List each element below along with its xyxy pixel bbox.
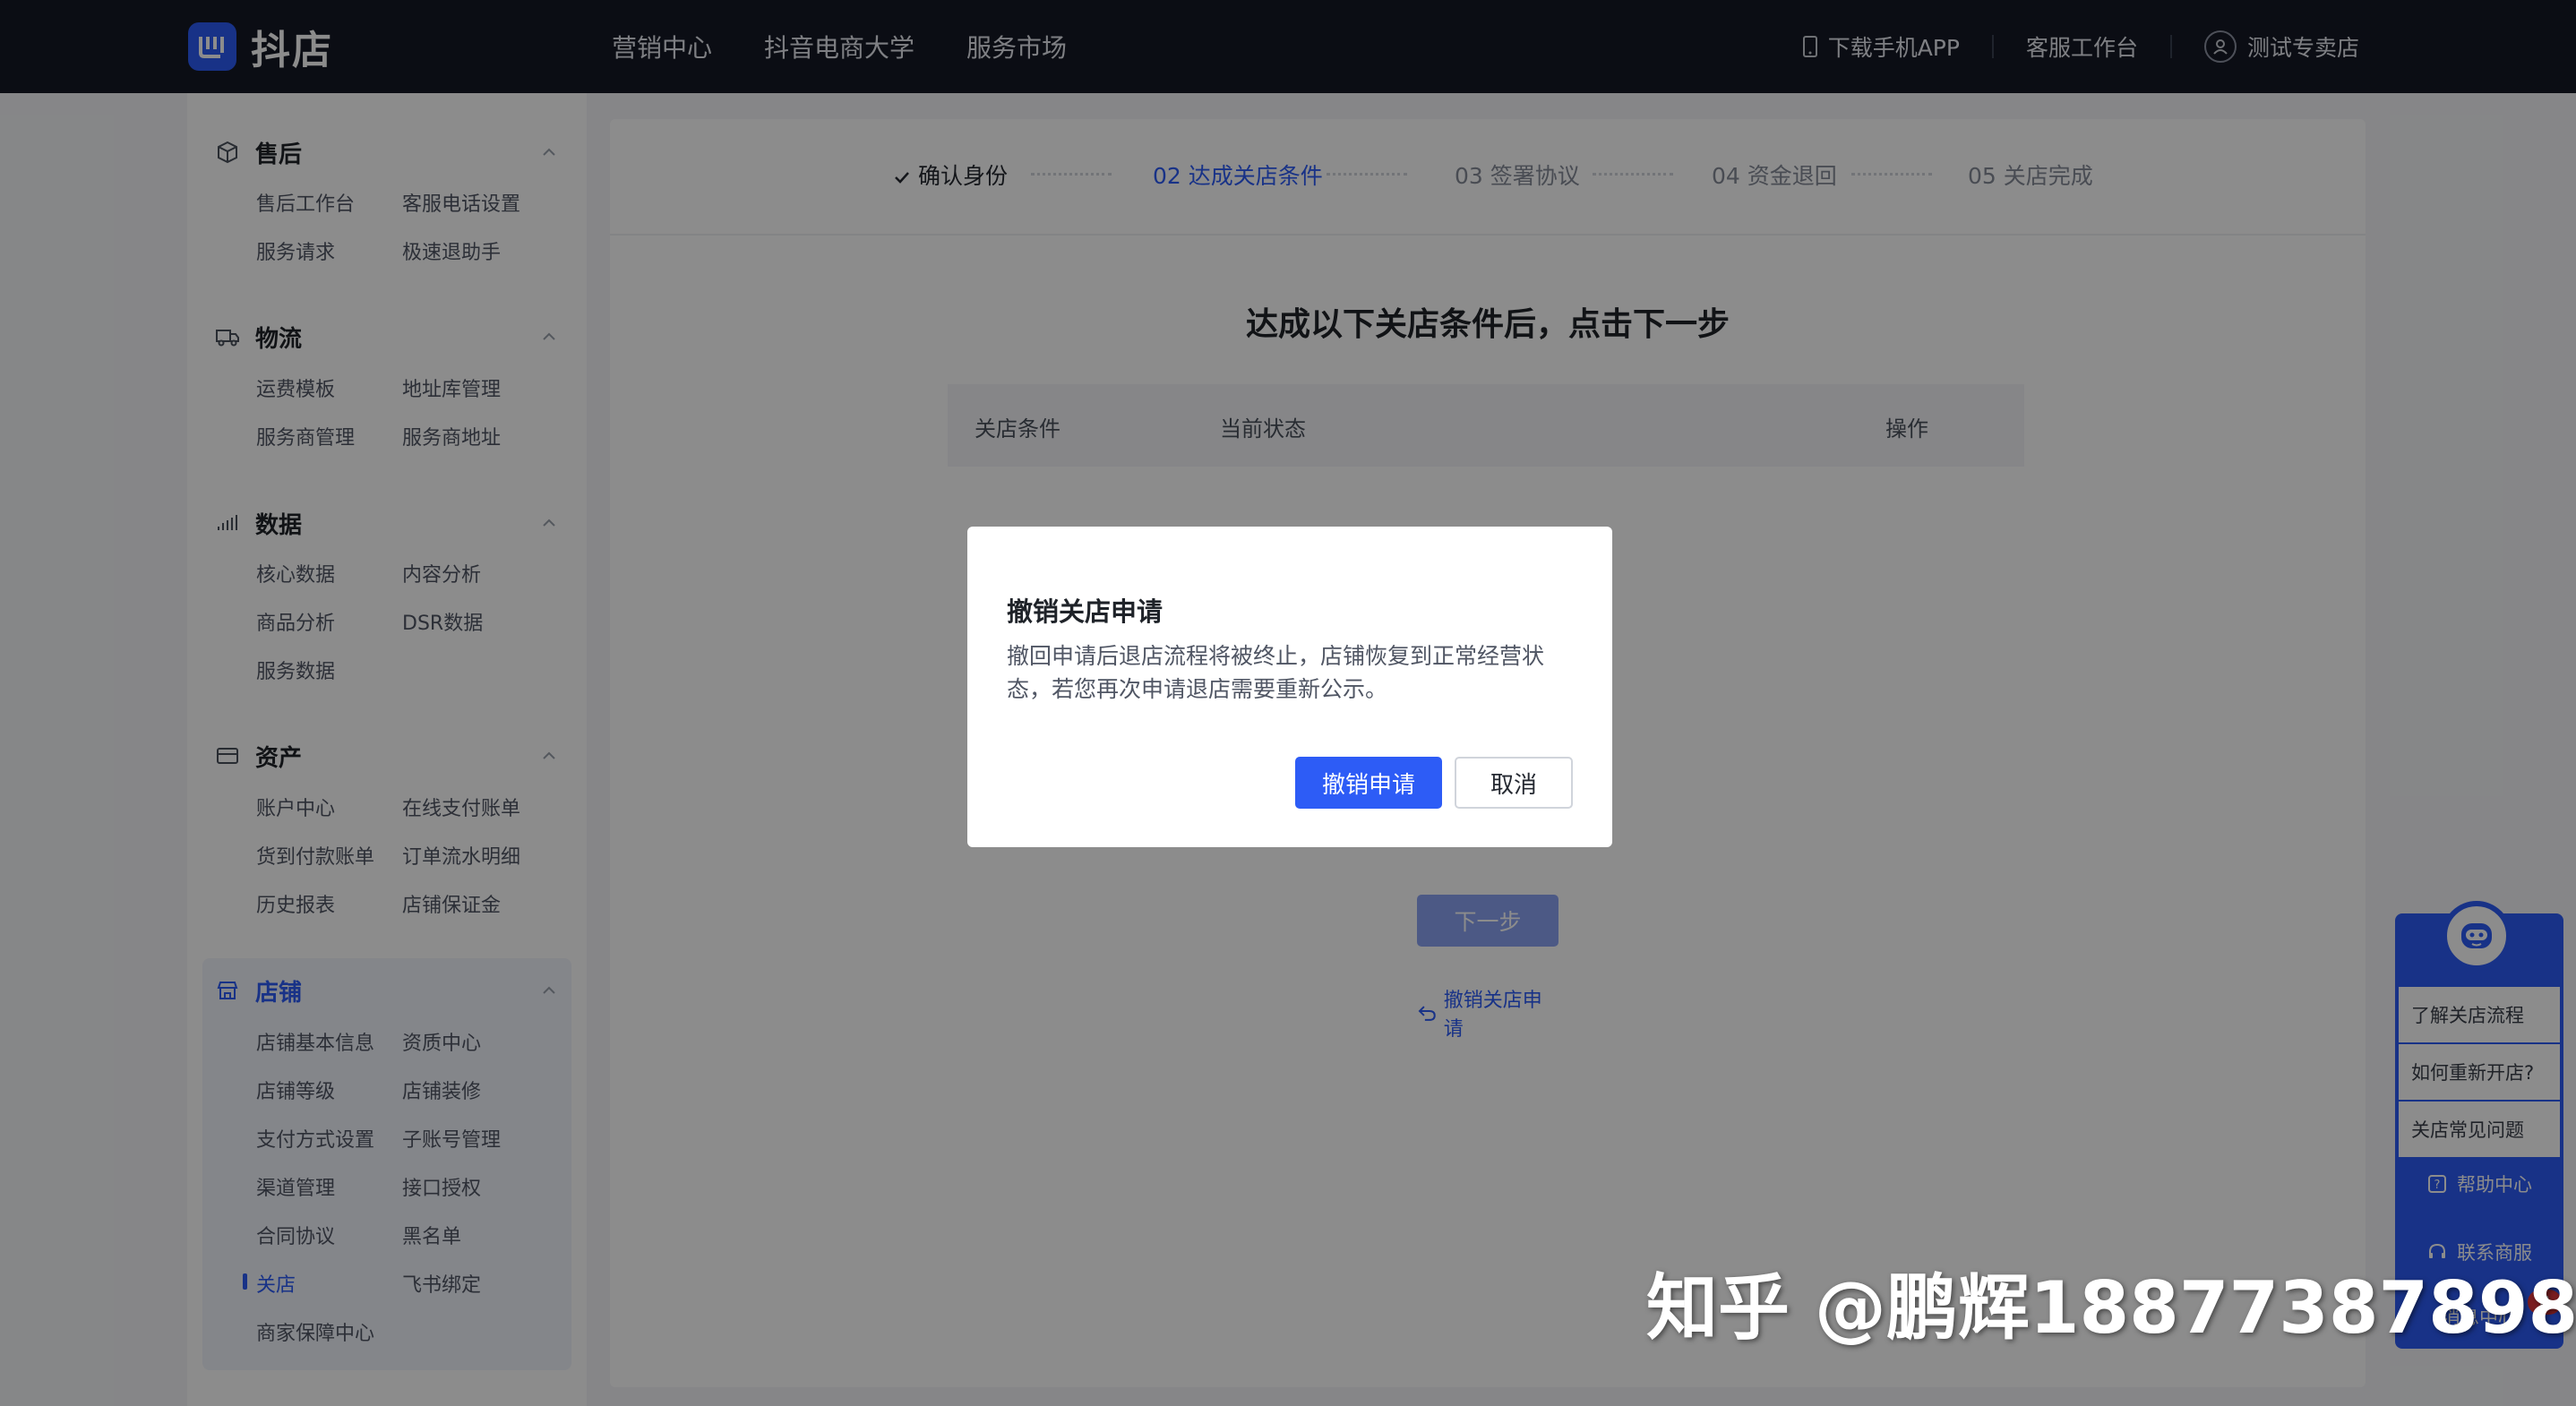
confirm-revoke-button[interactable]: 撤销申请	[1295, 757, 1442, 809]
cancel-button[interactable]: 取消	[1455, 757, 1573, 809]
revoke-confirm-dialog: 撤销关店申请 撤回申请后退店流程将被终止，店铺恢复到正常经营状态，若您再次申请退…	[967, 527, 1612, 847]
dialog-title: 撤销关店申请	[1007, 596, 1163, 627]
dialog-message: 撤回申请后退店流程将被终止，店铺恢复到正常经营状态，若您再次申请退店需要重新公示…	[1007, 643, 1545, 702]
watermark: 知乎 @鹏辉18877387898	[1646, 1266, 2576, 1350]
